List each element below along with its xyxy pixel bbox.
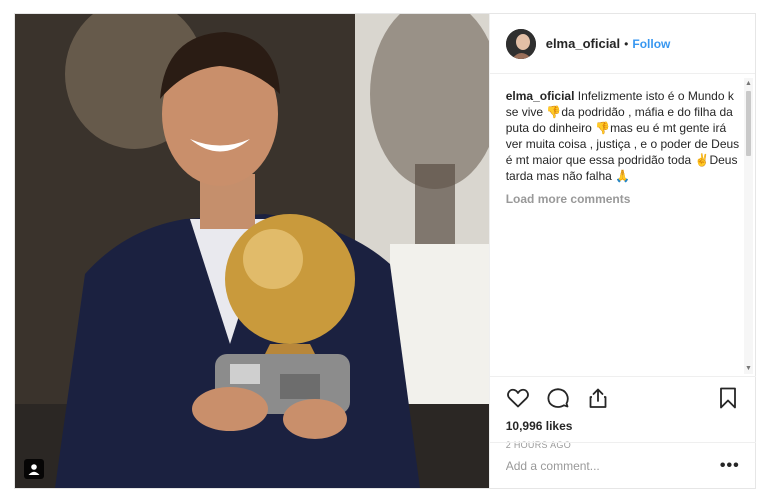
avatar[interactable] bbox=[505, 28, 536, 59]
comments-scrollbar[interactable]: ▲ ▼ bbox=[744, 78, 753, 374]
post-photo[interactable] bbox=[15, 14, 489, 488]
heart-icon[interactable] bbox=[506, 386, 530, 410]
post-photo-illustration bbox=[15, 14, 489, 488]
add-comment-bar: ••• bbox=[489, 442, 756, 488]
likes-count[interactable]: 10,996 likes bbox=[506, 419, 740, 433]
scroll-thumb[interactable] bbox=[746, 91, 751, 156]
post-actions: 10,996 likes 2 HOURS AGO bbox=[489, 376, 756, 450]
caption: elma_oficial Infelizmente isto é o Mundo… bbox=[506, 88, 740, 184]
share-icon[interactable] bbox=[586, 386, 610, 410]
header-username[interactable]: elma_oficial bbox=[546, 36, 620, 51]
caption-username[interactable]: elma_oficial bbox=[506, 89, 575, 103]
comment-icon[interactable] bbox=[546, 386, 570, 410]
load-more-comments-button[interactable]: Load more comments bbox=[506, 192, 740, 206]
person-tag-icon[interactable] bbox=[24, 459, 44, 479]
comments-area: elma_oficial Infelizmente isto é o Mundo… bbox=[490, 76, 740, 376]
scroll-down-arrow-icon[interactable]: ▼ bbox=[745, 365, 752, 372]
post-header: elma_oficial • Follow bbox=[489, 14, 755, 74]
follow-button[interactable]: Follow bbox=[632, 37, 670, 51]
scroll-up-arrow-icon[interactable]: ▲ bbox=[745, 80, 752, 87]
bookmark-icon[interactable] bbox=[716, 386, 740, 410]
caption-text: Infelizmente isto é o Mundo k se vive 👎d… bbox=[505, 89, 740, 183]
more-options-icon[interactable]: ••• bbox=[720, 457, 740, 475]
header-separator: • bbox=[624, 36, 629, 51]
comment-input[interactable] bbox=[505, 458, 720, 473]
post-sidebar: elma_oficial • Follow elma_oficial Infel… bbox=[488, 14, 756, 488]
action-icons bbox=[506, 383, 740, 413]
instagram-post: elma_oficial • Follow elma_oficial Infel… bbox=[14, 13, 756, 489]
